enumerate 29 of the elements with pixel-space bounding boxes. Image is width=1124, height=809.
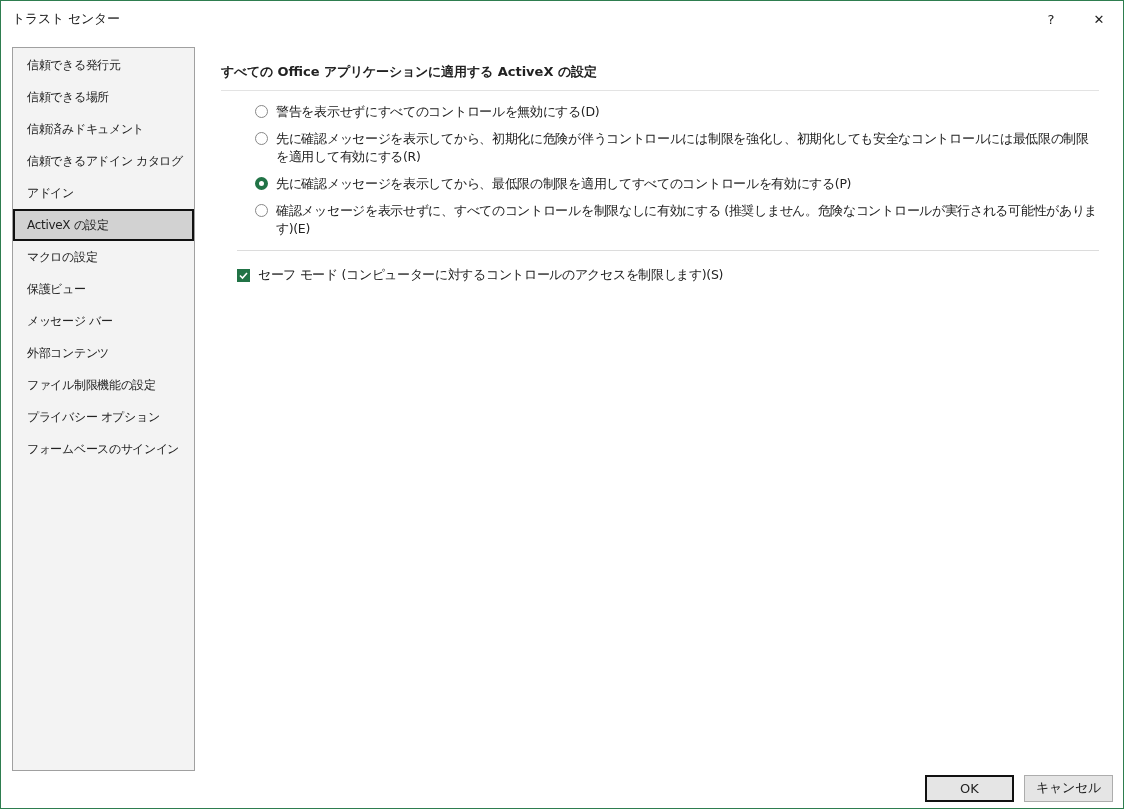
sidebar-item[interactable]: アドイン [13,177,194,209]
sidebar-item[interactable]: マクロの設定 [13,241,194,273]
sidebar-item[interactable]: 信頼できるアドイン カタログ [13,145,194,177]
sidebar-item[interactable]: ActiveX の設定 [13,209,194,241]
window-title: トラスト センター [12,10,122,28]
sidebar-item[interactable]: 信頼済みドキュメント [13,113,194,145]
sidebar-item[interactable]: 信頼できる発行元 [13,49,194,81]
help-button[interactable]: ? [1027,1,1075,37]
radio-button[interactable] [255,132,268,145]
radio-label: 確認メッセージを表示せずに、すべてのコントロールを制限なしに有効にする (推奨しません。危険なコントロールが実行される可能性があります)(E) [276,202,1099,238]
radio-button[interactable] [255,105,268,118]
checkbox[interactable] [237,268,250,282]
radio-button[interactable] [255,204,268,217]
sidebar-item[interactable]: メッセージ バー [13,305,194,337]
checkbox-label: セーフ モード (コンピューターに対するコントロールのアクセスを制限します)(S) [258,266,724,284]
sidebar-item[interactable]: 信頼できる場所 [13,81,194,113]
close-button[interactable]: ✕ [1075,1,1123,37]
sidebar-item[interactable]: プライバシー オプション [13,401,194,433]
radio-label: 先に確認メッセージを表示してから、最低限の制限を適用してすべてのコントロールを有効にする(P) [276,175,852,193]
sidebar-item[interactable]: 保護ビュー [13,273,194,305]
section-heading: すべての Office アプリケーションに適用する ActiveX の設定 [221,47,1099,91]
radio-label: 先に確認メッセージを表示してから、初期化に危険が伴うコントロールには制限を強化し、初期化しても安全なコントロールには最低限の制限を適用して有効にする(R) [276,130,1090,166]
ok-button[interactable]: OK [925,774,1014,802]
radio-button[interactable] [255,177,268,190]
radio-label: 警告を表示せずにすべてのコントロールを無効にする(D) [276,103,600,121]
sidebar-item[interactable]: ファイル制限機能の設定 [13,369,194,401]
cancel-button[interactable]: キャンセル [1024,774,1113,802]
sidebar-item[interactable]: フォームベースのサインイン [13,433,194,465]
sidebar-item[interactable]: 外部コンテンツ [13,337,194,369]
